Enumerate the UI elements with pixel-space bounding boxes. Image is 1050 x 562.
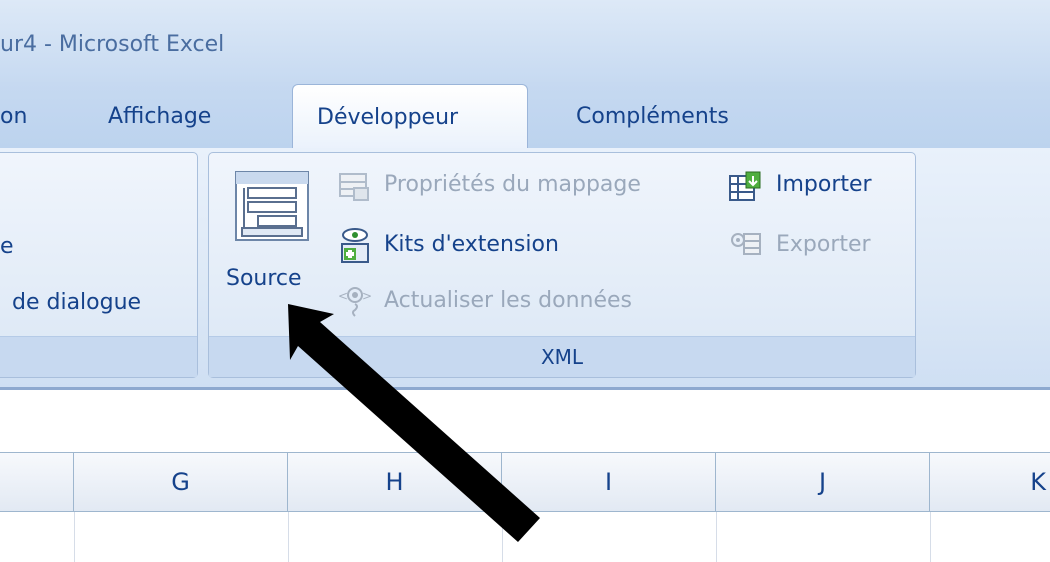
pointer-arrow-icon xyxy=(288,304,540,542)
